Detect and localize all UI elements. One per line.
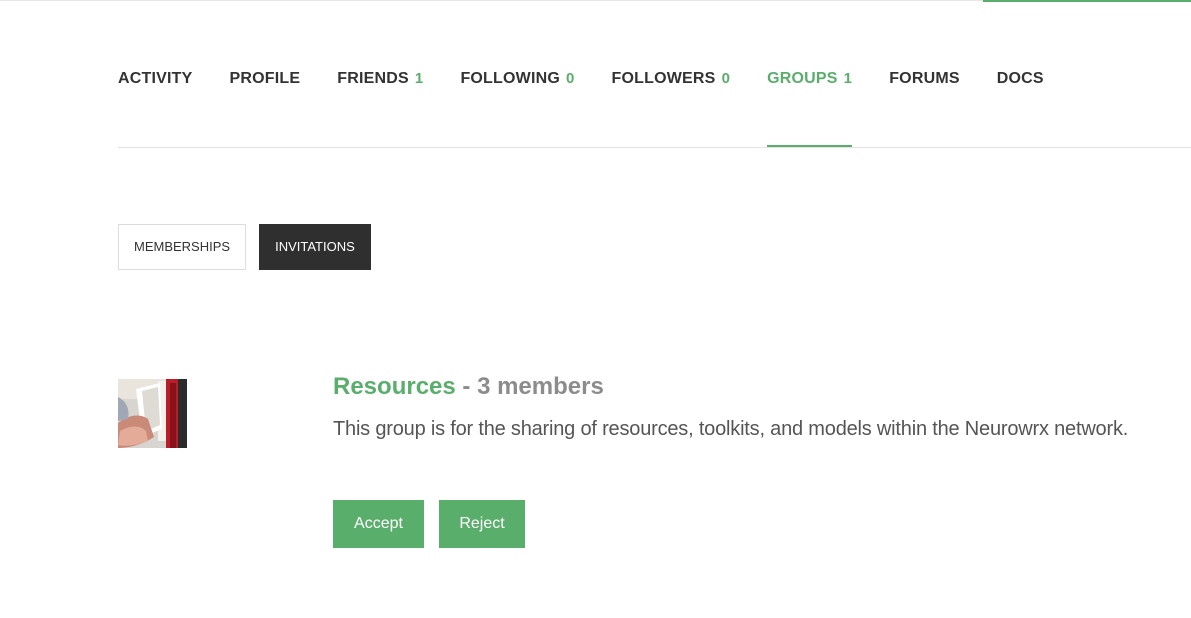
nav-label: FOLLOWERS	[611, 70, 716, 87]
nav-item-followers[interactable]: FOLLOWERS 0	[612, 58, 731, 148]
group-avatar[interactable]	[118, 379, 187, 448]
reject-button[interactable]: Reject	[439, 500, 525, 548]
nav-count-badge: 0	[566, 70, 575, 87]
tab-invitations[interactable]: INVITATIONS	[259, 224, 371, 270]
group-invitations-page: ACTIVITY PROFILE FRIENDS 1 FOLLOWING 0 FOL…	[0, 0, 1191, 618]
top-accent-bar	[983, 0, 1191, 2]
group-subtabs: MEMBERSHIPS INVITATIONS	[118, 224, 384, 270]
nav-label: FORUMS	[889, 70, 960, 87]
tab-memberships[interactable]: MEMBERSHIPS	[118, 224, 247, 270]
nav-label: GROUPS	[767, 70, 838, 87]
nav-item-activity[interactable]: ACTIVITY	[118, 58, 193, 148]
group-description: This group is for the sharing of resourc…	[333, 418, 1129, 440]
nav-label: PROFILE	[229, 70, 301, 87]
accept-button[interactable]: Accept	[333, 500, 424, 548]
nav-item-docs[interactable]: DOCS	[997, 58, 1044, 148]
nav-item-profile[interactable]: PROFILE	[230, 58, 301, 148]
group-avatar-image	[118, 379, 187, 448]
group-title: Resources - 3 members	[333, 373, 604, 401]
title-separator: -	[455, 373, 478, 400]
nav-label: DOCS	[996, 70, 1044, 87]
nav-divider	[118, 147, 1191, 148]
profile-nav: ACTIVITY PROFILE FRIENDS 1 FOLLOWING 0 FOL…	[118, 58, 1081, 148]
nav-count-badge: 0	[721, 70, 731, 87]
nav-label: FRIENDS	[337, 70, 409, 87]
nav-item-forums[interactable]: FORUMS	[889, 58, 960, 148]
group-member-count: 3 members	[477, 373, 604, 400]
nav-label: FOLLOWING	[460, 70, 560, 87]
nav-item-following[interactable]: FOLLOWING 0	[460, 58, 574, 148]
nav-item-friends[interactable]: FRIENDS 1	[337, 58, 423, 148]
nav-count-badge: 1	[843, 70, 853, 87]
nav-item-groups[interactable]: GROUPS 1	[767, 58, 853, 148]
nav-count-badge: 1	[414, 70, 424, 87]
nav-label: ACTIVITY	[118, 70, 193, 87]
group-name-link[interactable]: Resources	[333, 373, 456, 400]
